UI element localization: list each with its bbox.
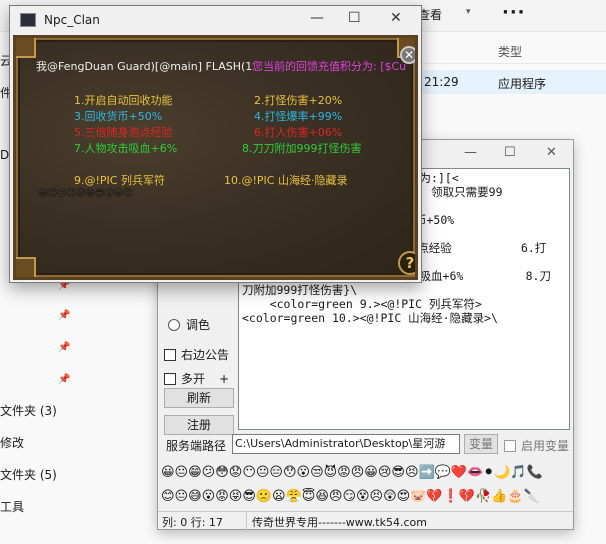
menu-option[interactable]: 5.三倍随身泡点经验 xyxy=(74,124,173,140)
minimize-icon[interactable]: — xyxy=(310,10,324,26)
sidebar-item[interactable]: 工具 xyxy=(0,498,24,515)
right-notice-checkbox[interactable]: 右边公告 xyxy=(164,346,229,363)
multi-open-checkbox[interactable]: 多开 + xyxy=(164,370,229,387)
file-type: 应用程序 xyxy=(498,77,547,91)
file-modified-time: 21:29 xyxy=(424,75,459,89)
register-button[interactable]: 注册 xyxy=(164,415,234,435)
menu-option[interactable]: 3.回收货币+50% xyxy=(74,108,162,124)
status-message: 传奇世界专用-------www.tk54.com xyxy=(252,516,427,529)
dialog-header: 我@FengDuan Guard)[@main] FLASH(1 xyxy=(36,60,253,73)
npc-clan-window: Npc_Clan — ☐ ✕ 我@FengDuan Guard)[@main] … xyxy=(9,5,422,283)
checkbox-box[interactable] xyxy=(504,439,516,452)
checkbox-box[interactable] xyxy=(164,372,176,385)
close-icon[interactable]: ✕ xyxy=(546,145,557,160)
npc-dialog-panel: 我@FengDuan Guard)[@main] FLASH(1 您当前的回馈充… xyxy=(13,35,418,280)
more-options-icon[interactable]: ··· xyxy=(502,2,526,23)
checkbox-box[interactable] xyxy=(164,348,176,361)
status-divider xyxy=(246,512,247,530)
color-radio[interactable]: 调色 xyxy=(168,316,210,333)
sidebar-item[interactable]: 文件夹 (3) xyxy=(0,402,57,419)
dialog-close-button[interactable]: ✕ xyxy=(400,46,415,64)
menu-option[interactable]: 8.刀刀附加999打怪伤害 xyxy=(242,140,362,156)
text-line: <color=green 9.><@!PIC 列兵军符> xyxy=(242,297,482,311)
refresh-button[interactable]: 刷新 xyxy=(164,388,234,408)
status-bar: 列: 0 行: 17 传奇世界专用-------www.tk54.com xyxy=(158,511,573,530)
smiley-row[interactable]: 😊😐😅😮😡😝😎🙁😦😤😇😆😠😏😵😣😲😍🐷💔❗💔🥀👍🎂🔪 xyxy=(161,484,570,508)
maximize-icon[interactable]: ☐ xyxy=(504,145,516,160)
enable-variable-checkbox[interactable]: 启用变量 xyxy=(504,437,569,454)
radio-label: 调色 xyxy=(186,318,211,332)
menu-option[interactable]: 1.开启自动回收功能 xyxy=(74,92,173,108)
server-path-label: 服务端路径 xyxy=(166,439,227,453)
minimize-icon[interactable]: — xyxy=(464,145,477,160)
cursor-position: 列: 0 行: 17 xyxy=(162,516,223,529)
pin-icon: 📌 xyxy=(58,374,71,385)
checkbox-label: 启用变量 xyxy=(521,439,570,453)
chevron-down-icon: ▾ xyxy=(466,7,471,17)
smiley-palette[interactable]: 😀😐😁😕😳😟😶😐😑😯😮😒😈😡😠😀😢😎😣➡️💬❤️👄⚫🌙🎵📞 😊😐😅😮😡😝😎🙁😦😤… xyxy=(158,458,573,510)
menu-option[interactable]: 7.人物攻击吸血+6% xyxy=(74,140,177,156)
frame-corner xyxy=(16,38,36,58)
pin-icon: 📌 xyxy=(58,342,71,353)
npc-titlebar: Npc_Clan — ☐ ✕ xyxy=(10,6,421,34)
close-icon[interactable]: ✕ xyxy=(390,10,402,26)
maximize-icon[interactable]: ☐ xyxy=(348,10,361,26)
radio-circle[interactable] xyxy=(168,318,180,331)
points-text: 您当前的回馈充值积分为: [$Cu xyxy=(252,60,407,73)
menu-option[interactable]: 2.打怪伤害+20% xyxy=(254,92,342,108)
text-line: 刀附加999打怪伤害}\ xyxy=(242,283,358,297)
file-row[interactable]: 21:29 应用程序 xyxy=(418,70,606,94)
expand-icon[interactable]: + xyxy=(219,372,229,386)
server-path-input[interactable]: C:\Users\Administrator\Desktop\星河游 xyxy=(232,434,460,454)
app-icon xyxy=(20,13,36,27)
checkbox-label: 多开 xyxy=(181,372,206,386)
column-type-header[interactable]: 类型 xyxy=(498,43,522,60)
emoji-strip: 😀😟😢😠😩😁😎😲😀😡 xyxy=(38,188,133,199)
explorer-column-header: 类型 xyxy=(418,36,606,64)
menu-option[interactable]: 6.打人伤害+06% xyxy=(254,124,342,140)
pin-icon: 📌 xyxy=(58,310,71,321)
server-path-row: 服务端路径 C:\Users\Administrator\Desktop\星河游… xyxy=(158,433,573,457)
sidebar-item[interactable]: 修改 xyxy=(0,434,24,451)
frame-corner xyxy=(16,257,36,277)
window-title: Npc_Clan xyxy=(44,13,100,27)
smiley-row[interactable]: 😀😐😁😕😳😟😶😐😑😯😮😒😈😡😠😀😢😎😣➡️💬❤️👄⚫🌙🎵📞 xyxy=(161,460,570,484)
text-line: <color=green 10.><@!PIC 山海经·隐藏录>\ xyxy=(242,311,498,325)
variable-button[interactable]: 变量 xyxy=(464,434,498,454)
menu-option[interactable]: 9.@!PIC 列兵军符 xyxy=(74,172,165,188)
checkbox-label: 右边公告 xyxy=(181,348,230,362)
menu-option[interactable]: 10.@!PIC 山海经·隐藏录 xyxy=(224,172,347,188)
menu-option[interactable]: 4.打怪爆率+99% xyxy=(254,108,342,124)
help-button[interactable]: ? xyxy=(398,251,415,275)
sidebar-item[interactable]: 文件夹 (5) xyxy=(0,466,57,483)
